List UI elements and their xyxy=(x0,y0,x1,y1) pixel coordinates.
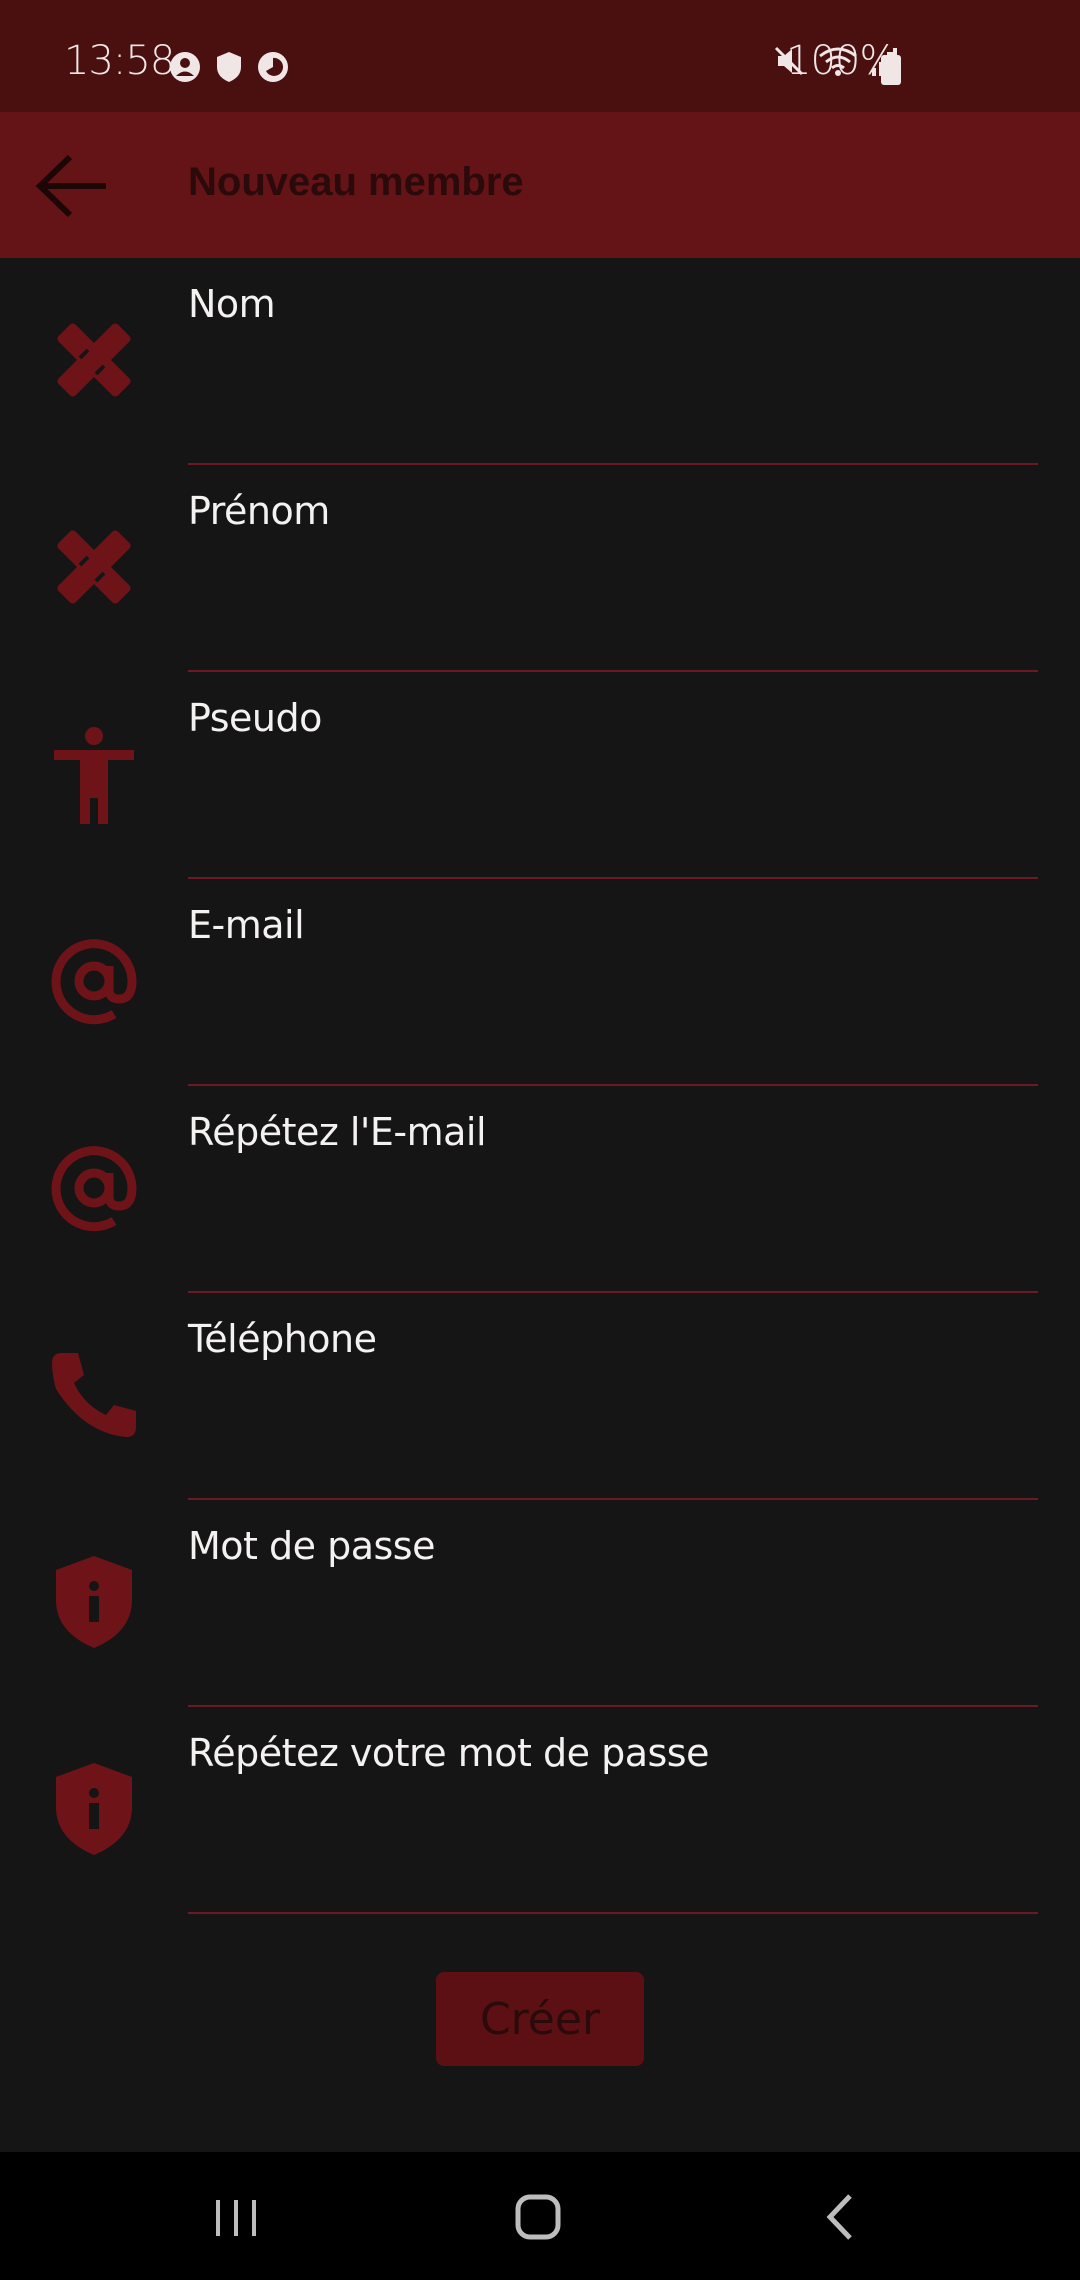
back-button[interactable] xyxy=(30,151,116,221)
field-telephone: Téléphone xyxy=(0,1293,1080,1500)
email-input[interactable] xyxy=(188,959,1042,1061)
phone-icon xyxy=(44,1345,144,1445)
field-label: E-mail xyxy=(188,903,305,947)
battery-icon xyxy=(880,52,902,90)
field-label: Prénom xyxy=(188,489,330,533)
pencil-ruler-icon xyxy=(44,310,144,410)
field-label: Téléphone xyxy=(188,1317,377,1361)
email-confirm-input[interactable] xyxy=(188,1166,1042,1268)
field-label: Mot de passe xyxy=(188,1524,435,1568)
status-bar: 13:58 100% xyxy=(0,0,1080,112)
shield-icon xyxy=(214,50,244,88)
back-icon xyxy=(826,2194,852,2240)
nav-back-button[interactable] xyxy=(800,2182,880,2252)
field-label: Répétez l'E-mail xyxy=(188,1110,487,1154)
field-label: Répétez votre mot de passe xyxy=(188,1731,709,1775)
field-label: Pseudo xyxy=(188,696,322,740)
home-button[interactable] xyxy=(498,2182,578,2252)
field-email: E-mail xyxy=(0,879,1080,1086)
nom-input[interactable] xyxy=(188,338,1042,440)
field-password: Mot de passe xyxy=(0,1500,1080,1707)
account-circle-icon xyxy=(168,50,202,88)
create-button[interactable]: Créer xyxy=(436,1972,644,2066)
accessibility-person-icon xyxy=(44,724,144,824)
field-underline xyxy=(188,1912,1038,1914)
pencil-ruler-icon xyxy=(44,517,144,617)
status-time: 13:58 xyxy=(64,38,175,84)
at-sign-icon xyxy=(44,931,144,1031)
system-nav-bar xyxy=(0,2152,1080,2280)
prenom-input[interactable] xyxy=(188,545,1042,647)
arrow-left-icon xyxy=(35,154,106,218)
field-email-confirm: Répétez l'E-mail xyxy=(0,1086,1080,1293)
field-prenom: Prénom xyxy=(0,465,1080,672)
password-confirm-input[interactable] xyxy=(188,1787,1042,1889)
field-label: Nom xyxy=(188,282,276,326)
telephone-input[interactable] xyxy=(188,1373,1042,1475)
page-title: Nouveau membre xyxy=(188,160,524,204)
vpn-shield-icon xyxy=(256,50,290,88)
shield-info-icon xyxy=(44,1552,144,1652)
home-icon xyxy=(515,2194,561,2240)
at-sign-icon xyxy=(44,1138,144,1238)
field-password-confirm: Répétez votre mot de passe xyxy=(0,1707,1080,1914)
recent-apps-button[interactable] xyxy=(196,2182,276,2252)
app-bar: Nouveau membre xyxy=(0,112,1080,258)
status-left-icons xyxy=(168,50,290,88)
field-pseudo: Pseudo xyxy=(0,672,1080,879)
password-input[interactable] xyxy=(188,1580,1042,1682)
pseudo-input[interactable] xyxy=(188,752,1042,854)
recent-apps-icon xyxy=(216,2200,256,2236)
shield-info-icon xyxy=(44,1759,144,1859)
field-nom: Nom xyxy=(0,258,1080,465)
